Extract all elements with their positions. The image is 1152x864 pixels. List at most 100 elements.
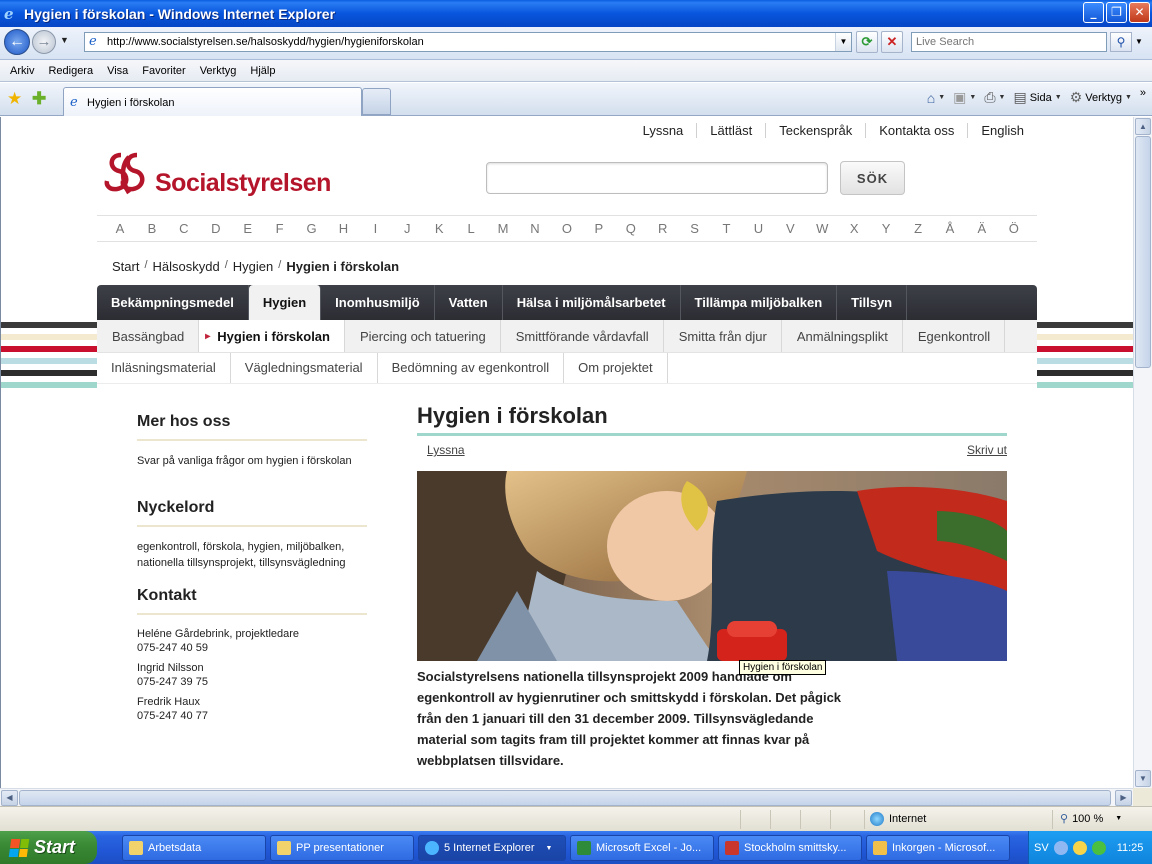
- site-search-input[interactable]: [487, 163, 827, 193]
- menu-hjalp[interactable]: Hjälp: [243, 65, 282, 77]
- vertical-scrollbar[interactable]: ▲ ▼: [1133, 117, 1152, 788]
- window-titlebar[interactable]: e Hygien i förskolan - Windows Internet …: [0, 0, 1152, 27]
- toplink-teckensprak[interactable]: Teckenspråk: [765, 123, 865, 138]
- alphabet-letter[interactable]: Å: [943, 216, 957, 241]
- zoom-dropdown-icon[interactable]: ▼: [1115, 815, 1122, 822]
- breadcrumb-halsoskydd[interactable]: Hälsoskydd: [153, 259, 220, 274]
- alphabet-letter[interactable]: L: [464, 216, 478, 241]
- menu-visa[interactable]: Visa: [100, 65, 135, 77]
- toplink-kontakta-oss[interactable]: Kontakta oss: [865, 123, 967, 138]
- menu-favoriter[interactable]: Favoriter: [135, 65, 192, 77]
- scroll-down-arrow-icon[interactable]: ▼: [1135, 770, 1151, 787]
- sidebar-keywords[interactable]: egenkontroll, förskola, hygien, miljöbal…: [137, 539, 367, 571]
- scroll-up-arrow-icon[interactable]: ▲: [1135, 118, 1151, 135]
- subnav-bassangbad[interactable]: Bassängbad: [97, 320, 200, 352]
- alphabet-letter[interactable]: Y: [879, 216, 893, 241]
- more-commands-icon[interactable]: »: [1140, 87, 1146, 99]
- search-options-dropdown-icon[interactable]: ▼: [1133, 32, 1145, 52]
- alphabet-letter[interactable]: Ä: [975, 216, 989, 241]
- tray-security-icon[interactable]: [1091, 840, 1106, 855]
- subnav-anmalningsplikt[interactable]: Anmälningsplikt: [782, 320, 903, 352]
- alphabet-letter[interactable]: U: [751, 216, 765, 241]
- mainnav-vatten[interactable]: Vatten: [435, 285, 503, 320]
- refresh-button[interactable]: ⟳: [856, 31, 878, 53]
- url-text[interactable]: http://www.socialstyrelsen.se/halsoskydd…: [107, 36, 424, 48]
- menu-arkiv[interactable]: Arkiv: [3, 65, 41, 77]
- task-inkorgen-outlook[interactable]: Inkorgen - Microsof...: [866, 835, 1010, 861]
- print-button[interactable]: ⎙ ▼: [984, 89, 1005, 106]
- alphabet-letter[interactable]: D: [209, 216, 223, 241]
- toplink-english[interactable]: English: [967, 123, 1037, 138]
- subnav-egenkontroll[interactable]: Egenkontroll: [903, 320, 1006, 352]
- task-microsoft-excel[interactable]: Microsoft Excel - Jo...: [570, 835, 714, 861]
- alphabet-letter[interactable]: J: [400, 216, 414, 241]
- subnav-piercing-och-tatuering[interactable]: Piercing och tatuering: [345, 320, 501, 352]
- alphabet-letter[interactable]: O: [560, 216, 574, 241]
- restore-button[interactable]: ❐: [1106, 2, 1127, 23]
- tab-hygien-i-forskolan[interactable]: e Hygien i förskolan: [63, 87, 362, 116]
- task-pp-presentationer[interactable]: PP presentationer: [270, 835, 414, 861]
- task-arbetsdata[interactable]: Arbetsdata: [122, 835, 266, 861]
- toplink-lyssna[interactable]: Lyssna: [630, 123, 697, 138]
- alphabet-letter[interactable]: T: [720, 216, 734, 241]
- mainnav-halsa-i-miljomalsarbetet[interactable]: Hälsa i miljömålsarbetet: [503, 285, 681, 320]
- search-go-icon[interactable]: ⚲: [1110, 32, 1132, 52]
- site-logo[interactable]: Socialstyrelsen: [103, 151, 331, 199]
- horizontal-scroll-thumb[interactable]: [19, 790, 1111, 806]
- history-dropdown-icon[interactable]: ▼: [60, 35, 69, 45]
- task-stockholm-smittskydd[interactable]: Stockholm smittsky...: [718, 835, 862, 861]
- alphabet-letter[interactable]: Ö: [1007, 216, 1021, 241]
- alphabet-letter[interactable]: R: [656, 216, 670, 241]
- close-button[interactable]: ✕: [1129, 2, 1150, 23]
- alphabet-letter[interactable]: Q: [624, 216, 638, 241]
- alphabet-letter[interactable]: V: [783, 216, 797, 241]
- forward-button[interactable]: →: [32, 30, 56, 54]
- alphabet-letter[interactable]: C: [177, 216, 191, 241]
- listen-link[interactable]: Lyssna: [427, 443, 465, 457]
- toplink-lattlast[interactable]: Lättläst: [696, 123, 765, 138]
- scroll-right-arrow-icon[interactable]: ▶: [1115, 790, 1132, 806]
- minimize-button[interactable]: _: [1083, 2, 1104, 23]
- mainnav-bekampningsmedel[interactable]: Bekämpningsmedel: [97, 285, 249, 320]
- stop-button[interactable]: ✕: [881, 31, 903, 53]
- feeds-button[interactable]: ▣ ▼: [953, 89, 976, 106]
- vertical-scroll-thumb[interactable]: [1135, 136, 1151, 368]
- mainnav-inomhusmiljo[interactable]: Inomhusmiljö: [321, 285, 435, 320]
- back-button[interactable]: ←: [4, 29, 30, 55]
- mainnav-tillampa-miljobalken[interactable]: Tillämpa miljöbalken: [681, 285, 838, 320]
- subsub-vagledningsmaterial[interactable]: Vägledningsmaterial: [231, 353, 378, 383]
- subnav-smittforande-vardavfall[interactable]: Smittförande vårdavfall: [501, 320, 664, 352]
- alphabet-letter[interactable]: W: [815, 216, 829, 241]
- address-field[interactable]: e http://www.socialstyrelsen.se/halsosky…: [84, 32, 852, 52]
- alphabet-letter[interactable]: Z: [911, 216, 925, 241]
- menu-verktyg[interactable]: Verktyg: [193, 65, 244, 77]
- subsub-om-projektet[interactable]: Om projektet: [564, 353, 668, 383]
- breadcrumb-hygien[interactable]: Hygien: [233, 259, 273, 274]
- alphabet-letter[interactable]: A: [113, 216, 127, 241]
- security-zone[interactable]: Internet: [870, 812, 926, 826]
- sok-button[interactable]: SÖK: [840, 161, 905, 195]
- new-tab-button[interactable]: [362, 88, 391, 115]
- subnav-smitta-fran-djur[interactable]: Smitta från djur: [664, 320, 782, 352]
- live-search-box[interactable]: [911, 32, 1107, 52]
- alphabet-letter[interactable]: F: [273, 216, 287, 241]
- alphabet-letter[interactable]: X: [847, 216, 861, 241]
- print-link[interactable]: Skriv ut: [967, 443, 1007, 457]
- alphabet-letter[interactable]: P: [592, 216, 606, 241]
- alphabet-letter[interactable]: G: [305, 216, 319, 241]
- add-favorite-icon[interactable]: ✚: [32, 89, 46, 109]
- alphabet-letter[interactable]: S: [688, 216, 702, 241]
- breadcrumb-start[interactable]: Start: [112, 259, 139, 274]
- alphabet-letter[interactable]: I: [368, 216, 382, 241]
- home-button[interactable]: ⌂ ▼: [927, 90, 945, 106]
- alphabet-letter[interactable]: H: [336, 216, 350, 241]
- tray-mail-icon[interactable]: [1072, 840, 1087, 855]
- live-search-input[interactable]: [912, 33, 1106, 51]
- menu-redigera[interactable]: Redigera: [41, 65, 100, 77]
- alphabet-letter[interactable]: K: [432, 216, 446, 241]
- subsub-bedomning-av-egenkontroll[interactable]: Bedömning av egenkontroll: [378, 353, 565, 383]
- scroll-left-arrow-icon[interactable]: ◀: [1, 790, 18, 806]
- tools-menu-button[interactable]: ⚙ Verktyg ▼: [1070, 89, 1132, 106]
- alphabet-letter[interactable]: N: [528, 216, 542, 241]
- page-menu-button[interactable]: ▤ Sida ▼: [1013, 89, 1061, 106]
